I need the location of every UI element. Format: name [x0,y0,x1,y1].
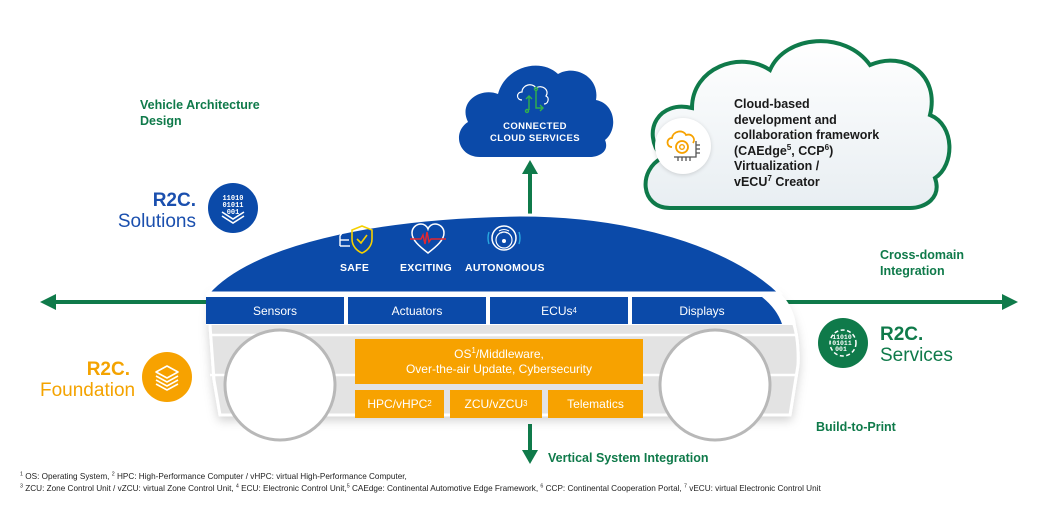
text: HPC/vHPC [367,396,428,411]
software-line: OS1/Middleware, [454,346,544,362]
connected-cloud-text: CONNECTED CLOUD SERVICES [450,121,620,145]
software-zcu: ZCU/vZCU 3 [450,390,542,418]
arrow-right-head [1002,294,1018,310]
vertical-integration-label: Vertical System Integration [548,451,709,465]
r2c-solutions-label: R2C. Solutions [100,190,196,233]
hardware-sensors: Sensors [206,297,344,324]
heart-pulse-icon [409,222,447,256]
r2c-foundation-subtitle: Foundation [40,380,136,401]
text: /Middleware, [475,346,544,361]
footnote-text: HPC: High-Performance Computer / vHPC: v… [114,472,407,481]
footnote-text: CCP: Continental Cooperation Portal, [543,484,684,493]
dev-cloud-line: vECU7 Creator [734,174,879,191]
hardware-ecus: ECUs 4 [490,297,628,324]
cross-domain-line2: Integration [880,264,945,278]
text: Telematics [567,396,624,411]
feature-autonomous-label: AUTONOMOUS [465,262,545,274]
connected-cloud [458,65,614,157]
hardware-label: Displays [679,303,725,318]
r2c-services-title: R2C. [880,324,924,345]
hardware-actuators: Actuators [348,297,486,324]
r2c-foundation-title: R2C. [86,359,130,380]
feature-safe-label: SAFE [340,262,370,274]
text: Creator [771,174,820,189]
vehicle-architecture-line2: Design [140,114,182,128]
dev-cloud-line: Virtualization / [734,159,820,173]
build-to-print-label: Build-to-Print [816,420,896,434]
software-os-middleware: OS1/Middleware, Over-the-air Update, Cyb… [355,339,643,384]
software-hpc: HPC/vHPC 2 [355,390,444,418]
footnote-text: vECU: virtual Electronic Control Unit [686,484,821,493]
hardware-displays: Displays [632,297,782,324]
binary-layers-icon: 11010 01011 001 [208,183,258,233]
svg-text:001: 001 [835,346,847,353]
footnote-text: ZCU: Zone Control Unit / vZCU: virtual Z… [22,484,236,493]
cross-domain-line1: Cross-domain [880,248,965,262]
footnote-line: 1 OS: Operating System, 2 HPC: High-Perf… [20,471,821,483]
cloud-gear-chip-icon [655,118,711,174]
footnote-text: OS: Operating System, [22,472,112,481]
wheel-left [223,328,337,442]
text: (CAEdge [734,143,787,158]
software-line: Over-the-air Update, Cybersecurity [405,361,593,376]
text: ) [829,143,834,158]
binary-gear-icon: 11010 01011 001 [818,318,868,368]
software-telematics: Telematics [548,390,643,418]
dev-cloud-line: collaboration framework [734,128,880,142]
wheel-right [658,328,772,442]
hardware-label: Actuators [391,303,443,318]
vehicle-architecture-line1: Vehicle Architecture [140,98,260,112]
hardware-label: Sensors [252,303,298,318]
r2c-services-label: R2C. Services [880,324,953,367]
connected-cloud-line2: CLOUD SERVICES [490,133,580,144]
car-shield-check-icon [336,222,374,256]
dev-cloud-text: Cloud-based development and collaboratio… [734,97,879,190]
text: vECU [734,174,768,189]
steering-wheel-wireless-icon [484,222,524,256]
footnote-text: ECU: Electronic Control Unit, [238,484,347,493]
r2c-foundation-label: R2C. Foundation [40,359,136,402]
r2c-solutions-subtitle: Solutions [117,211,196,232]
footnotes: 1 OS: Operating System, 2 HPC: High-Perf… [20,471,821,495]
arrow-left-head [40,294,56,310]
hardware-label: ECUs [541,303,573,318]
stack-layers-icon [142,352,192,402]
feature-exciting-label: EXCITING [400,262,452,274]
cross-domain-label: Cross-domain Integration [880,247,964,279]
connected-cloud-line1: CONNECTED [503,121,567,132]
text: OS [454,346,472,361]
r2c-solutions-title: R2C. [152,190,196,211]
footnote-text: CAEdge: Continental Automotive Edge Fram… [349,484,541,493]
dev-cloud-line: development and [734,112,837,127]
dev-cloud-line: (CAEdge5, CCP6) [734,143,879,160]
r2c-services-subtitle: Services [880,345,953,366]
vehicle-architecture-label: Vehicle Architecture Design [140,97,260,129]
text: , CCP [791,143,825,158]
footnote-line: 3 ZCU: Zone Control Unit / vZCU: virtual… [20,483,821,495]
text: ZCU/vZCU [464,396,524,411]
dev-cloud-line: Cloud-based [734,97,810,111]
